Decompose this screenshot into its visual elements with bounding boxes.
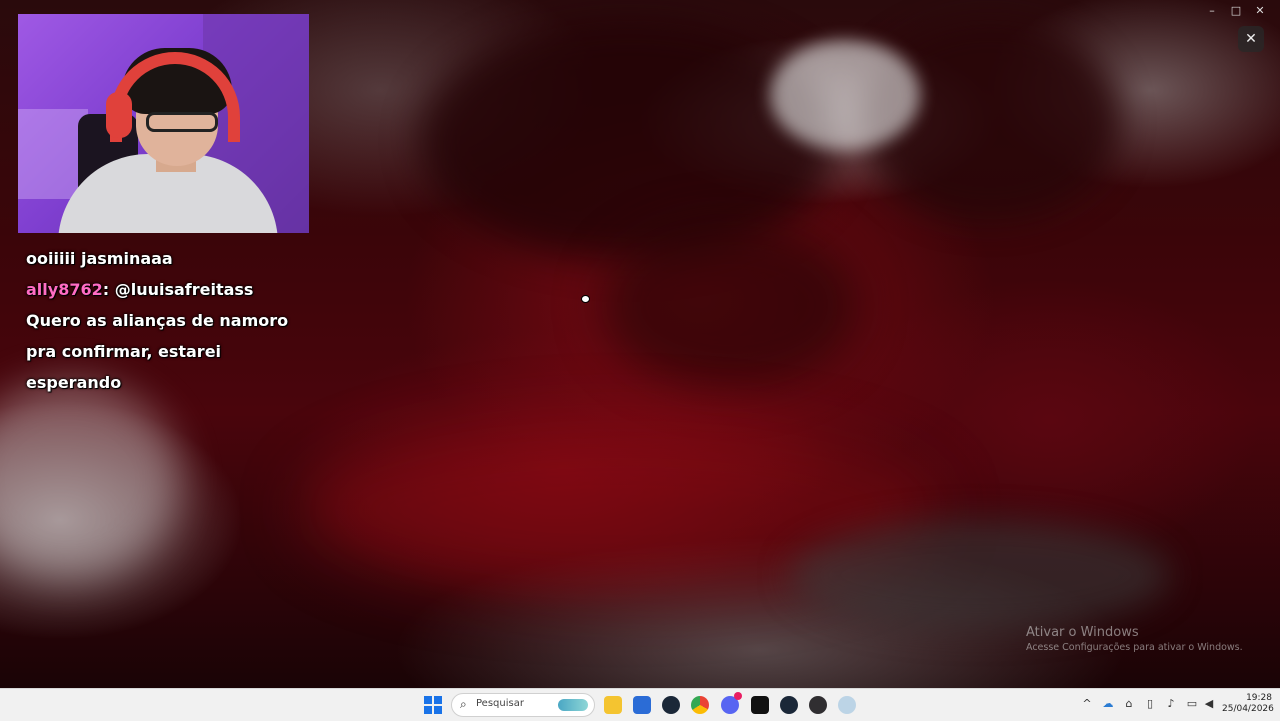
close-button[interactable]: ✕ xyxy=(1248,4,1272,18)
overlay-close-button[interactable]: ✕ xyxy=(1238,26,1264,52)
windows-logo-icon xyxy=(434,696,442,704)
chat-message-line: Quero as alianças de namoro xyxy=(26,311,289,330)
webcam-overlay xyxy=(18,14,309,233)
dark-shape xyxy=(420,20,840,260)
windows-logo-icon xyxy=(434,706,442,714)
search-placeholder: Pesquisar xyxy=(476,698,524,709)
taskbar: ⌕ Pesquisar ^ ☁ ⌂ ▯ ♪ ▭ ◀ 19:28 25/04/20… xyxy=(0,688,1280,721)
start-button[interactable] xyxy=(424,696,442,714)
dark-shape xyxy=(600,220,860,390)
headphone-cup xyxy=(106,92,132,138)
activation-watermark: Ativar o Windows Acesse Configurações pa… xyxy=(1026,625,1243,653)
chat-line-partial xyxy=(26,230,266,236)
chat-message-line: esperando xyxy=(26,373,122,392)
store-icon[interactable] xyxy=(633,696,651,714)
grey-shape xyxy=(790,520,1170,630)
notification-badge-icon xyxy=(734,692,742,700)
obs-icon[interactable] xyxy=(809,696,827,714)
minimize-button[interactable]: – xyxy=(1200,4,1224,18)
windows-logo-icon xyxy=(424,696,432,704)
light-shape xyxy=(770,40,920,150)
watermark-subtitle: Acesse Configurações para ativar o Windo… xyxy=(1026,642,1243,653)
cursor-icon xyxy=(581,295,590,303)
chat-overlay: ooiiiii jasminaaa ally8762: @luuisafreit… xyxy=(26,243,296,398)
file-explorer-icon[interactable] xyxy=(604,696,622,714)
usb-icon[interactable]: ▯ xyxy=(1143,697,1157,710)
glasses xyxy=(146,112,218,132)
maximize-button[interactable]: □ xyxy=(1224,4,1248,18)
chat-mention: : @luuisafreitass xyxy=(102,280,254,299)
taskbar-search[interactable]: ⌕ Pesquisar xyxy=(451,693,595,717)
edge-icon[interactable] xyxy=(838,696,856,714)
chat-message-line: ooiiiii jasminaaa xyxy=(26,249,173,268)
steam-icon[interactable] xyxy=(662,696,680,714)
search-highlight-icon xyxy=(558,699,588,711)
window-controls: – □ ✕ xyxy=(1200,4,1272,18)
search-icon: ⌕ xyxy=(460,697,467,711)
chevron-up-icon[interactable]: ^ xyxy=(1080,697,1094,710)
mic-icon[interactable]: ♪ xyxy=(1164,697,1178,710)
chat-username: ally8762 xyxy=(26,280,103,299)
windows-logo-icon xyxy=(424,706,432,714)
terminal-icon[interactable] xyxy=(751,696,769,714)
system-clock[interactable]: 19:28 25/04/2026 xyxy=(1222,693,1274,715)
chat-message-line: pra confirmar, estarei xyxy=(26,342,222,361)
clock-time: 19:28 xyxy=(1246,693,1272,703)
steam-icon[interactable] xyxy=(780,696,798,714)
chrome-icon[interactable] xyxy=(691,696,709,714)
light-shape xyxy=(0,380,180,580)
clock-date: 25/04/2026 xyxy=(1222,704,1274,714)
onedrive-icon[interactable]: ☁ xyxy=(1101,697,1115,710)
network-icon[interactable]: ⌂ xyxy=(1122,697,1136,710)
monitor-icon[interactable]: ▭ xyxy=(1185,697,1199,710)
volume-icon[interactable]: ◀ xyxy=(1202,697,1216,710)
watermark-title: Ativar o Windows xyxy=(1026,625,1139,640)
chat-message-header: ally8762: @luuisafreitass xyxy=(26,274,296,305)
